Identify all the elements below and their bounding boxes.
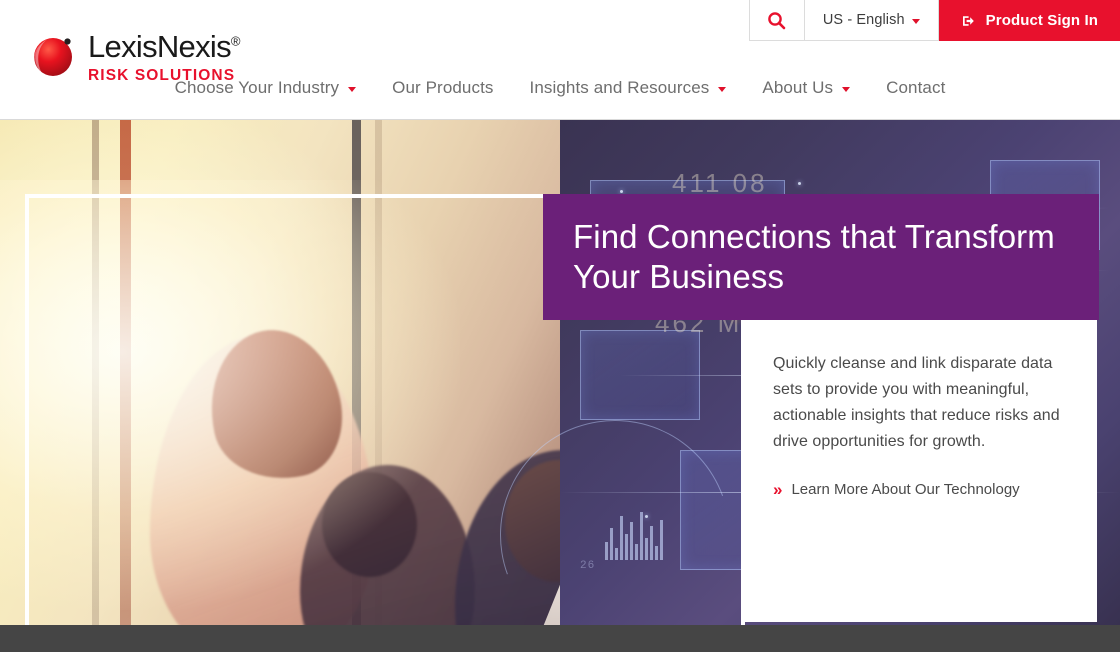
logo-wordmark: LexisNexis® bbox=[88, 31, 240, 62]
product-sign-in-label: Product Sign In bbox=[985, 12, 1098, 29]
hero-section: 411 08 462 M 46 05 CANCEL TREND DX 26 bbox=[0, 120, 1120, 625]
lexisnexis-orb-icon bbox=[27, 30, 77, 80]
nav-label: About Us bbox=[762, 78, 834, 97]
nav-label: Our Products bbox=[392, 78, 494, 97]
site-logo[interactable]: LexisNexis® RISK SOLUTIONS bbox=[27, 29, 240, 85]
nav-label: Choose Your Industry bbox=[174, 78, 340, 97]
language-label: US - English bbox=[822, 12, 905, 28]
logo-brand-name: LexisNexis bbox=[88, 29, 232, 64]
chevron-down-icon bbox=[911, 18, 920, 24]
person-silhouette bbox=[322, 472, 417, 577]
chevron-down-icon bbox=[842, 86, 851, 92]
search-button[interactable] bbox=[748, 0, 805, 41]
hero-headline-banner: Find Connections that Transform Your Bus… bbox=[543, 194, 1099, 320]
hero-info-card: Quickly cleanse and link disparate data … bbox=[743, 320, 1097, 622]
double-chevron-right-icon: » bbox=[773, 479, 783, 499]
registered-mark: ® bbox=[230, 33, 241, 49]
learn-more-link[interactable]: » Learn More About Our Technology bbox=[773, 481, 1067, 498]
hero-headline: Find Connections that Transform Your Bus… bbox=[573, 217, 1055, 295]
chevron-down-icon bbox=[348, 86, 357, 92]
nav-item-contact[interactable]: Contact bbox=[868, 78, 963, 98]
language-selector[interactable]: US - English bbox=[804, 0, 939, 41]
product-sign-in-button[interactable]: Product Sign In bbox=[938, 0, 1120, 41]
footer-strip bbox=[0, 625, 1120, 652]
nav-item-our-products[interactable]: Our Products bbox=[374, 78, 511, 98]
site-header: US - English Product Sign In LexisNexis®… bbox=[0, 0, 1120, 120]
utility-bar: US - English Product Sign In bbox=[748, 0, 1120, 41]
learn-more-label: Learn More About Our Technology bbox=[791, 480, 1020, 498]
hero-body-text: Quickly cleanse and link disparate data … bbox=[773, 355, 1060, 450]
nav-item-choose-your-industry[interactable]: Choose Your Industry bbox=[157, 78, 375, 98]
search-icon bbox=[768, 11, 786, 29]
sign-in-icon bbox=[962, 15, 974, 26]
nav-item-about-us[interactable]: About Us bbox=[744, 78, 868, 98]
nav-label: Insights and Resources bbox=[529, 78, 710, 97]
main-navigation: Choose Your Industry Our Products Insigh… bbox=[0, 78, 1120, 98]
chevron-down-icon bbox=[718, 86, 727, 92]
nav-item-insights-and-resources[interactable]: Insights and Resources bbox=[512, 78, 745, 98]
nav-label: Contact bbox=[886, 78, 946, 97]
